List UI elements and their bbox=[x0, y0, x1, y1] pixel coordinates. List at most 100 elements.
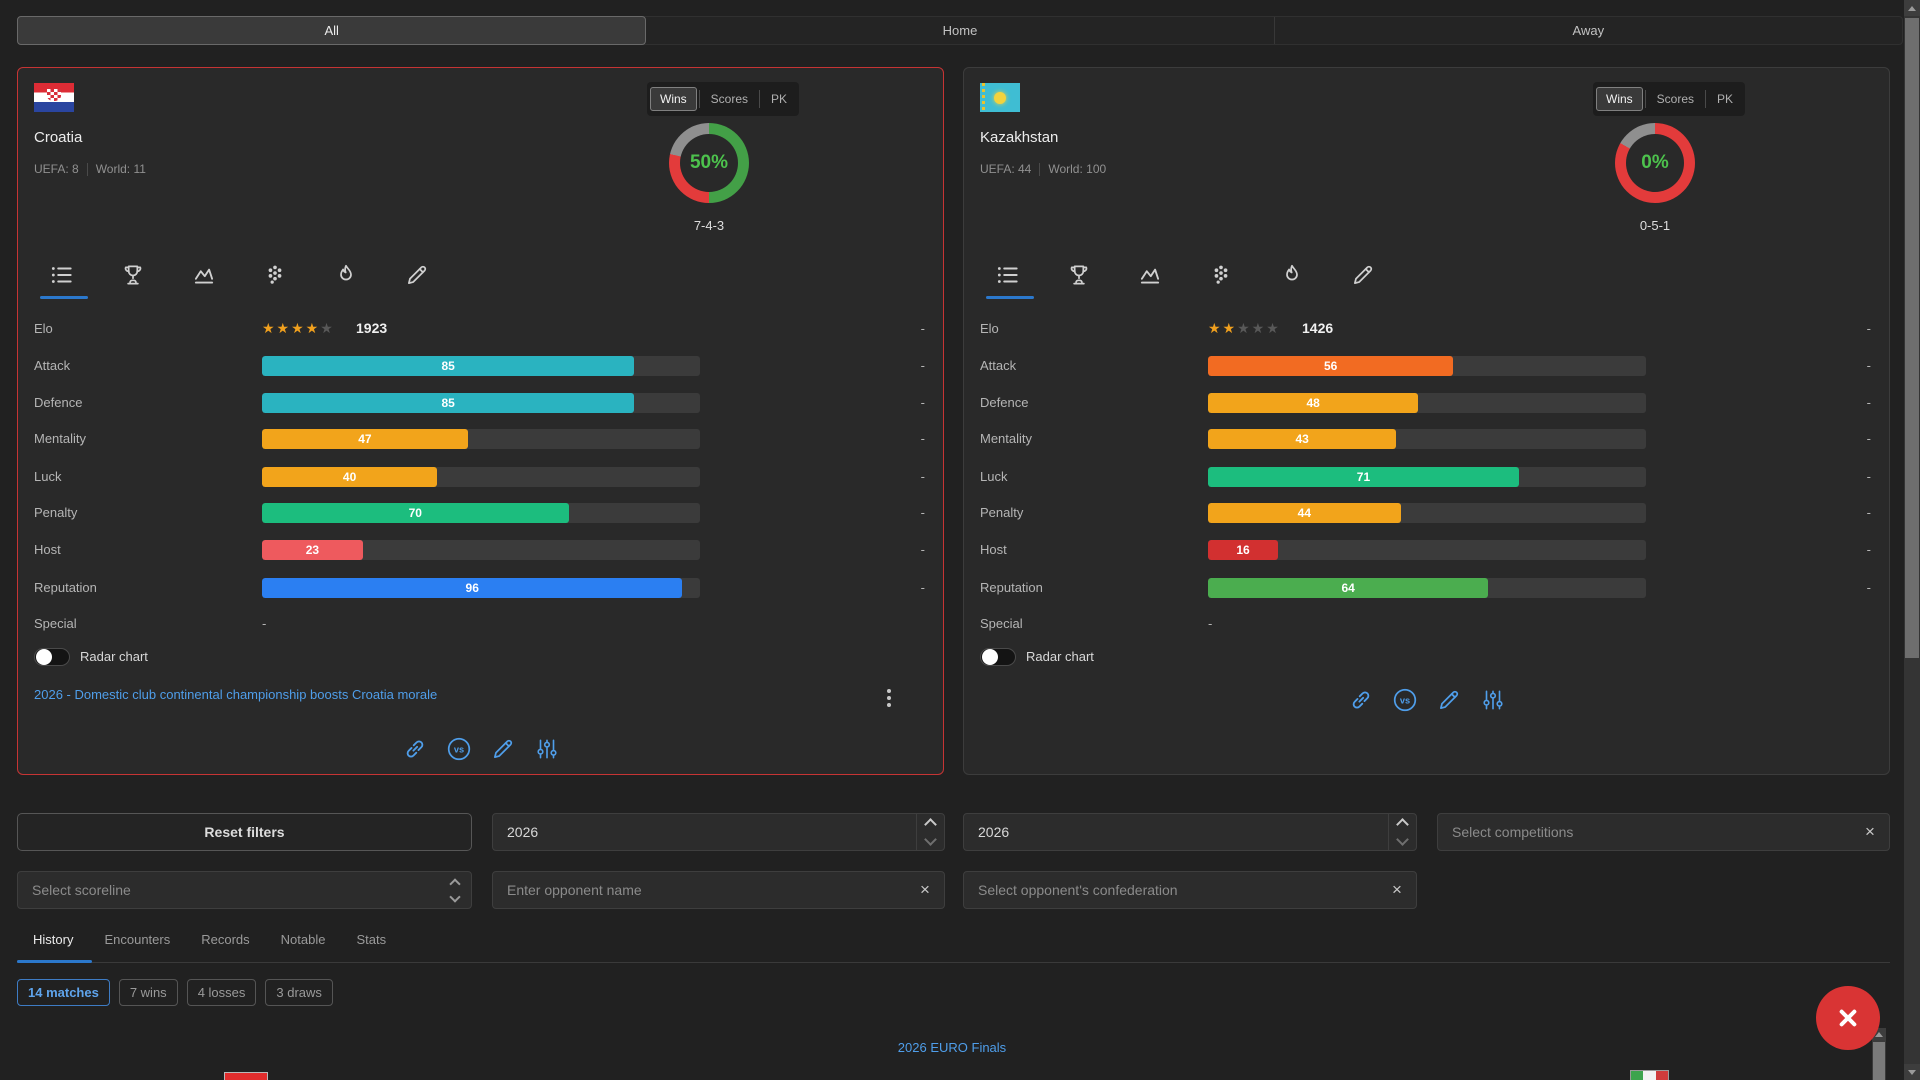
close-fab[interactable] bbox=[1816, 986, 1880, 1050]
stat-bar: 96 bbox=[262, 578, 700, 598]
sliders-icon[interactable] bbox=[1480, 687, 1506, 713]
spinner-up-icon[interactable] bbox=[1396, 818, 1409, 831]
app-root: AllHomeAway CroatiaUEFA: 8World: 11WinsS… bbox=[0, 0, 1920, 1080]
clear-competitions-icon[interactable] bbox=[1859, 822, 1881, 842]
flame-icon[interactable] bbox=[333, 262, 359, 288]
clear-opponent-icon[interactable] bbox=[914, 880, 936, 900]
stat-bar-fill: 96 bbox=[262, 578, 682, 598]
stat-label: Reputation bbox=[980, 580, 1043, 595]
stat-missing-value: - bbox=[921, 321, 925, 336]
stat-row-host: Host23- bbox=[34, 538, 927, 562]
scroll-up-icon[interactable] bbox=[1904, 0, 1920, 16]
list-icon[interactable] bbox=[49, 262, 75, 288]
top-tab-away[interactable]: Away bbox=[1275, 17, 1902, 44]
view-option-pk[interactable]: PK bbox=[1708, 88, 1742, 110]
scoreline-select[interactable] bbox=[18, 872, 471, 908]
stat-row-penalty: Penalty44- bbox=[980, 501, 1873, 525]
vs-icon[interactable]: vs bbox=[1392, 687, 1418, 713]
link-icon[interactable] bbox=[1348, 687, 1374, 713]
view-option-scores[interactable]: Scores bbox=[1648, 88, 1703, 110]
inner-scrollbar-thumb[interactable] bbox=[1873, 1042, 1885, 1080]
main-scrollbar[interactable] bbox=[1904, 0, 1920, 1080]
reset-filters-button[interactable]: Reset filters bbox=[17, 813, 472, 851]
tactics-icon[interactable] bbox=[1208, 262, 1234, 288]
stat-value: - bbox=[262, 616, 266, 631]
spinner-down-icon[interactable] bbox=[924, 833, 937, 846]
pencil-icon[interactable] bbox=[490, 736, 516, 762]
stat-row-defence: Defence85- bbox=[34, 391, 927, 415]
stat-bar-fill: 44 bbox=[1208, 503, 1401, 523]
main-scrollbar-thumb[interactable] bbox=[1905, 18, 1919, 658]
tab-notable[interactable]: Notable bbox=[281, 932, 326, 947]
stat-row-attack: Attack56- bbox=[980, 354, 1873, 378]
stat-bar-fill: 71 bbox=[1208, 467, 1519, 487]
vs-icon[interactable]: vs bbox=[446, 736, 472, 762]
active-stat-tab-underline bbox=[986, 296, 1034, 299]
pencil-icon[interactable] bbox=[404, 262, 430, 288]
year-from-field bbox=[492, 813, 945, 851]
opponent-input[interactable] bbox=[493, 872, 944, 908]
footer-link[interactable]: 2026 EURO Finals bbox=[0, 1040, 1904, 1055]
view-option-scores[interactable]: Scores bbox=[702, 88, 757, 110]
tabs-divider bbox=[17, 962, 1890, 963]
chip-3-draws[interactable]: 3 draws bbox=[265, 979, 333, 1006]
view-option-wins[interactable]: Wins bbox=[1596, 87, 1643, 111]
stat-bar: 40 bbox=[262, 467, 700, 487]
spinner-down-icon[interactable] bbox=[1396, 833, 1409, 846]
tab-history[interactable]: History bbox=[33, 932, 73, 947]
chip-7-wins[interactable]: 7 wins bbox=[119, 979, 178, 1006]
trophy-icon[interactable] bbox=[120, 262, 146, 288]
view-option-wins[interactable]: Wins bbox=[650, 87, 697, 111]
trend-icon[interactable] bbox=[191, 262, 217, 288]
stat-missing-value: - bbox=[921, 395, 925, 410]
stat-bar-fill: 43 bbox=[1208, 429, 1396, 449]
stat-missing-value: - bbox=[921, 505, 925, 520]
tab-records[interactable]: Records bbox=[201, 932, 249, 947]
view-option-pk[interactable]: PK bbox=[762, 88, 796, 110]
flame-icon[interactable] bbox=[1279, 262, 1305, 288]
chip-4-losses[interactable]: 4 losses bbox=[187, 979, 257, 1006]
stat-value: 40 bbox=[262, 467, 437, 487]
view-toggle: WinsScoresPK bbox=[647, 82, 799, 116]
trophy-icon[interactable] bbox=[1066, 262, 1092, 288]
win-donut: 0% bbox=[1615, 123, 1695, 203]
tactics-icon[interactable] bbox=[262, 262, 288, 288]
radar-toggle[interactable] bbox=[980, 648, 1016, 666]
tab-stats[interactable]: Stats bbox=[356, 932, 386, 947]
list-icon[interactable] bbox=[995, 262, 1021, 288]
stat-value: 16 bbox=[1208, 540, 1278, 560]
stat-row-host: Host16- bbox=[980, 538, 1873, 562]
link-icon[interactable] bbox=[402, 736, 428, 762]
pencil-icon[interactable] bbox=[1436, 687, 1462, 713]
kebab-menu-icon[interactable] bbox=[880, 687, 898, 709]
top-tab-all[interactable]: All bbox=[17, 16, 646, 45]
year-to-input[interactable] bbox=[964, 814, 1416, 850]
stat-missing-value: - bbox=[1867, 321, 1871, 336]
year-from-input[interactable] bbox=[493, 814, 944, 850]
competitions-input[interactable] bbox=[1438, 814, 1889, 850]
stat-bar: 23 bbox=[262, 540, 700, 560]
radar-toggle[interactable] bbox=[34, 648, 70, 666]
chip-14-matches[interactable]: 14 matches bbox=[17, 979, 110, 1006]
sliders-icon[interactable] bbox=[534, 736, 560, 762]
trend-icon[interactable] bbox=[1137, 262, 1163, 288]
stat-label: Elo bbox=[34, 321, 53, 336]
stat-label: Attack bbox=[34, 358, 70, 373]
stat-missing-value: - bbox=[921, 431, 925, 446]
clear-confederation-icon[interactable] bbox=[1386, 880, 1408, 900]
tab-encounters[interactable]: Encounters bbox=[104, 932, 170, 947]
world-rank: World: 11 bbox=[96, 162, 146, 176]
stat-bar-fill: 40 bbox=[262, 467, 437, 487]
spinner-up-icon[interactable] bbox=[924, 818, 937, 831]
stat-bar: 43 bbox=[1208, 429, 1646, 449]
news-link[interactable]: 2026 - Domestic club continental champio… bbox=[34, 687, 437, 702]
stat-missing-value: - bbox=[921, 542, 925, 557]
opponent-field bbox=[492, 871, 945, 909]
stat-value: 47 bbox=[262, 429, 468, 449]
scroll-down-icon[interactable] bbox=[1904, 1064, 1920, 1080]
scoreline-field bbox=[17, 871, 472, 909]
pencil-icon[interactable] bbox=[1350, 262, 1376, 288]
elo-row: Elo★★★★★1426- bbox=[980, 317, 1873, 341]
top-tab-home[interactable]: Home bbox=[646, 17, 1274, 44]
confederation-input[interactable] bbox=[964, 872, 1416, 908]
